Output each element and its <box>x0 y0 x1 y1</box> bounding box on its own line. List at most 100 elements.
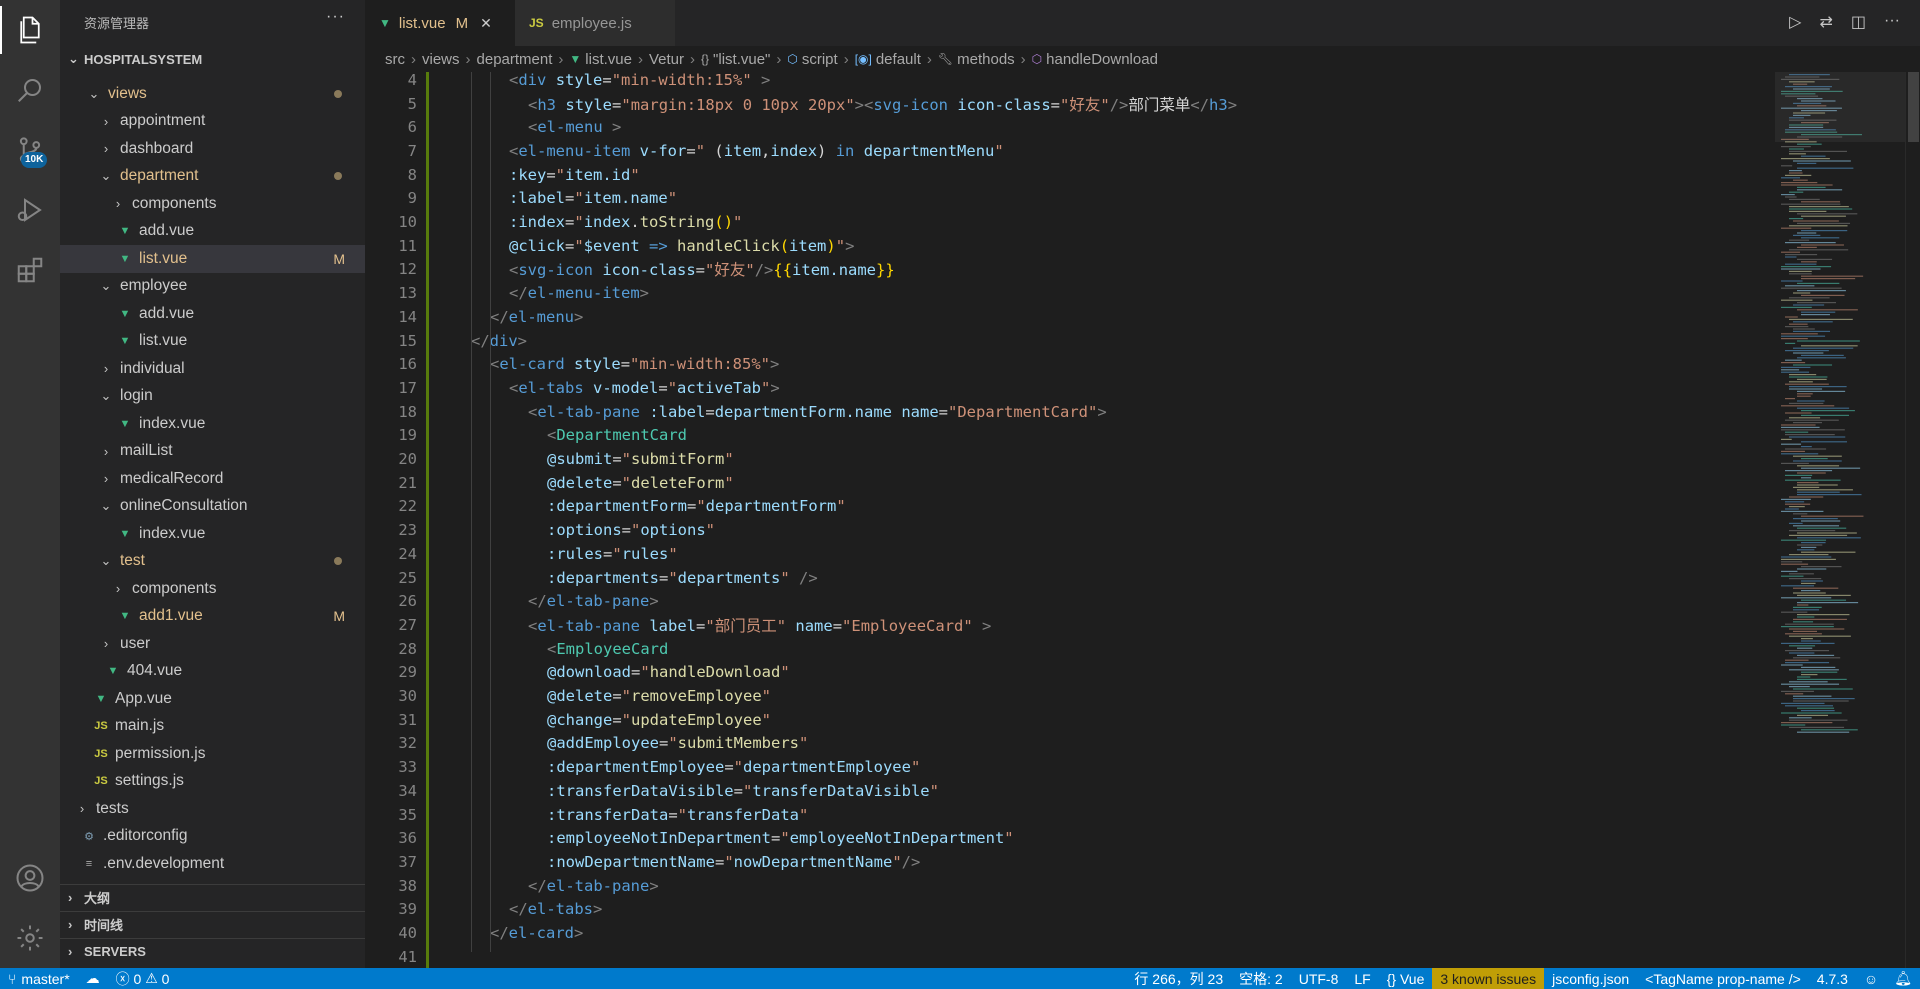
breadcrumb-item[interactable]: src <box>385 51 405 68</box>
breadcrumb-item[interactable]: methods <box>957 51 1015 68</box>
code-line[interactable]: 36:employeeNotInDepartment="employeeNotI… <box>365 826 1765 850</box>
code-line[interactable]: 24:rules="rules" <box>365 542 1765 566</box>
tree-folder[interactable]: ⌄ department <box>60 163 365 191</box>
code-line[interactable]: 22:departmentForm="departmentForm" <box>365 495 1765 519</box>
code-line[interactable]: 26 </el-tab-pane> <box>365 589 1765 613</box>
code-line[interactable]: 37:nowDepartmentName="nowDepartmentName"… <box>365 850 1765 874</box>
tree-file[interactable]: ▼ add.vue <box>60 300 365 328</box>
tree-folder[interactable]: ⌄ login <box>60 383 365 411</box>
tab-list-vue[interactable]: ▼ list.vue M ✕ <box>365 0 515 46</box>
code-line[interactable]: 33:departmentEmployee="departmentEmploye… <box>365 755 1765 779</box>
breadcrumb-item[interactable]: Vetur <box>649 51 684 68</box>
source-control-icon[interactable]: 10K <box>0 120 60 180</box>
git-branch[interactable]: ⑂ master* <box>0 968 78 989</box>
code-line[interactable]: 14 </el-menu> <box>365 305 1765 329</box>
section-outline[interactable]: › 大纲 <box>60 884 365 910</box>
tree-folder[interactable]: › medicalRecord <box>60 465 365 493</box>
encoding[interactable]: UTF-8 <box>1291 968 1347 989</box>
tree-folder[interactable]: ⌄ views <box>60 80 365 108</box>
tree-file[interactable]: ≡ .env.development <box>60 850 365 878</box>
version[interactable]: 4.7.3 <box>1809 968 1856 989</box>
split-editor-icon[interactable]: ◫ <box>1851 12 1866 32</box>
code-line[interactable]: 27 <el-tab-pane label="部门员工" name="Employ… <box>365 613 1765 637</box>
tree-folder[interactable]: › user <box>60 630 365 658</box>
code-line[interactable]: 21 @delete="deleteForm" <box>365 471 1765 495</box>
code-line[interactable]: 10:index="index.toString()" <box>365 210 1765 234</box>
notifications-icon[interactable]: 🔔︎ <box>1886 968 1920 989</box>
account-icon[interactable] <box>0 848 60 908</box>
tree-folder[interactable]: ⌄ test <box>60 548 365 576</box>
tree-folder[interactable]: › components <box>60 575 365 603</box>
tree-folder[interactable]: › appointment <box>60 108 365 136</box>
scrollbar-thumb[interactable] <box>1908 72 1919 142</box>
tree-file[interactable]: ▼ add1.vue M <box>60 603 365 631</box>
feedback-icon[interactable]: ☺ <box>1856 968 1886 989</box>
tree-folder[interactable]: › tests <box>60 795 365 823</box>
code-line[interactable]: 16 <el-card style="min-width:85%"> <box>365 352 1765 376</box>
more-actions-button[interactable]: ··· <box>326 8 345 26</box>
code-line[interactable]: 8:key="item.id" <box>365 163 1765 187</box>
more-actions-icon[interactable]: ··· <box>1884 12 1900 32</box>
code-line[interactable]: 39 </el-tabs> <box>365 898 1765 922</box>
problems-indicator[interactable]: ⓧ 0 ⚠ 0 <box>108 968 178 989</box>
compare-changes-icon[interactable]: ⇄ <box>1819 12 1832 32</box>
run-icon[interactable]: ▷ <box>1789 12 1801 32</box>
tree-folder[interactable]: › dashboard <box>60 135 365 163</box>
code-line[interactable]: 15 </div> <box>365 329 1765 353</box>
code-line[interactable]: 9:label="item.name" <box>365 187 1765 211</box>
tree-file[interactable]: ▼ list.vue <box>60 328 365 356</box>
code-line[interactable]: 41 <box>365 945 1765 968</box>
section-servers[interactable]: › SERVERS <box>60 938 365 964</box>
indentation[interactable]: 空格: 2 <box>1231 968 1291 989</box>
run-debug-icon[interactable] <box>0 180 60 240</box>
tree-file[interactable]: ▼ list.vue M <box>60 245 365 273</box>
end-of-line[interactable]: LF <box>1346 968 1378 989</box>
code-line[interactable]: 35:transferData="transferData" <box>365 803 1765 827</box>
tree-file[interactable]: ⚙ .editorconfig <box>60 823 365 851</box>
workspace-root[interactable]: ⌄ HOSPITALSYSTEM <box>60 48 365 70</box>
breadcrumb-item[interactable]: default <box>876 51 921 68</box>
search-icon[interactable] <box>0 60 60 120</box>
breadcrumb-item[interactable]: "list.vue" <box>713 51 770 68</box>
code-line[interactable]: 5 <h3 style="margin:18px 0 10px 20px"><sv… <box>365 92 1765 116</box>
breadcrumb-item[interactable]: handleDownload <box>1046 51 1158 68</box>
tree-folder[interactable]: › individual <box>60 355 365 383</box>
breadcrumb-item[interactable]: list.vue <box>585 51 632 68</box>
code-line[interactable]: 32 @addEmployee="submitMembers" <box>365 732 1765 756</box>
code-line[interactable]: 7 <el-menu-item v-for=" (item,index) in d… <box>365 139 1765 163</box>
tree-folder[interactable]: › mailList <box>60 438 365 466</box>
jsconfig[interactable]: jsconfig.json <box>1544 968 1637 989</box>
code-line[interactable]: 11 @click="$event => handleClick(item)"> <box>365 234 1765 258</box>
tab-employee-js[interactable]: JS employee.js <box>515 0 675 46</box>
minimap-viewport[interactable] <box>1775 72 1905 142</box>
language-mode[interactable]: {} Vue <box>1379 968 1433 989</box>
code-line[interactable]: 31 @change="updateEmployee" <box>365 708 1765 732</box>
tree-file[interactable]: JS permission.js <box>60 740 365 768</box>
section-timeline[interactable]: › 时间线 <box>60 911 365 937</box>
minimap[interactable] <box>1775 72 1905 968</box>
code-line[interactable]: 30 @delete="removeEmployee" <box>365 684 1765 708</box>
code-line[interactable]: 17 <el-tabs v-model="activeTab"> <box>365 376 1765 400</box>
code-line[interactable]: 19 <DepartmentCard <box>365 424 1765 448</box>
tree-folder[interactable]: ⌄ employee <box>60 273 365 301</box>
code-line[interactable]: 25:departments="departments" /> <box>365 566 1765 590</box>
code-line[interactable]: 20 @submit="submitForm" <box>365 447 1765 471</box>
code-line[interactable]: 12 <svg-icon icon-class="好友"/>{{item.name… <box>365 258 1765 282</box>
code-line[interactable]: 34:transferDataVisible="transferDataVisi… <box>365 779 1765 803</box>
close-icon[interactable]: ✕ <box>480 15 492 32</box>
tagname-format[interactable]: <TagName prop-name /> <box>1637 968 1809 989</box>
tree-folder[interactable]: ⌄ onlineConsultation <box>60 493 365 521</box>
tree-file[interactable]: ▼ add.vue <box>60 218 365 246</box>
code-line[interactable]: 28 <EmployeeCard <box>365 637 1765 661</box>
sync-icon[interactable]: ☁ <box>78 968 108 989</box>
code-line[interactable]: 40 </el-card> <box>365 921 1765 945</box>
code-line[interactable]: 6 <el-menu > <box>365 115 1765 139</box>
files-icon[interactable] <box>0 0 60 60</box>
breadcrumb-item[interactable]: views <box>422 51 460 68</box>
breadcrumb-item[interactable]: script <box>802 51 838 68</box>
settings-gear-icon[interactable] <box>0 908 60 968</box>
tree-file[interactable]: ▼ 404.vue <box>60 658 365 686</box>
code-line[interactable]: 29 @download="handleDownload" <box>365 661 1765 685</box>
editor-scrollbar[interactable] <box>1905 72 1920 968</box>
tree-file[interactable]: ▼ index.vue <box>60 520 365 548</box>
